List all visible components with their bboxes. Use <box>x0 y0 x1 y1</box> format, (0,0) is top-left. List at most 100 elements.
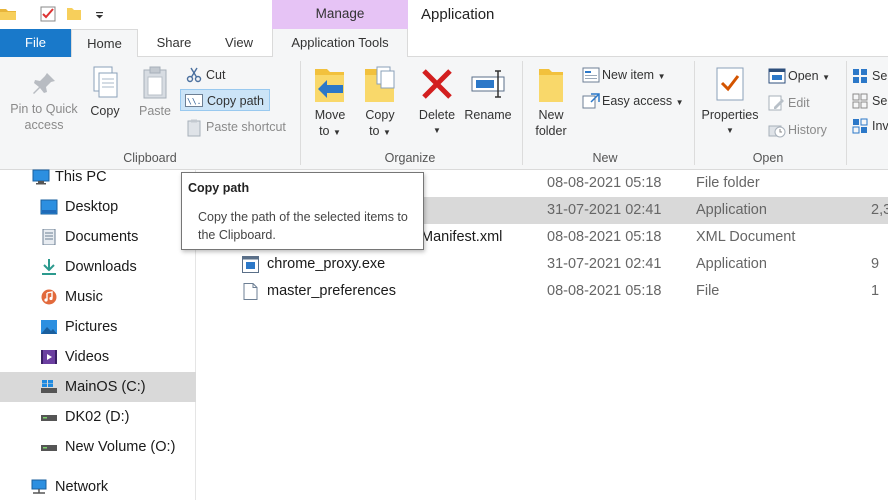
select-none-button[interactable]: Se <box>850 90 887 112</box>
file-name: Manifest.xml <box>421 229 503 245</box>
application-icon <box>242 256 259 273</box>
nav-item-this-pc[interactable]: This PC <box>0 162 196 192</box>
invert-selection-button[interactable]: Inv <box>850 115 888 137</box>
nav-label: This PC <box>55 169 107 185</box>
copy-label: Copy <box>90 104 120 118</box>
tab-view[interactable]: View <box>208 29 270 57</box>
select-none-icon <box>852 93 868 109</box>
group-separator <box>522 61 523 165</box>
nav-label: Pictures <box>65 319 118 335</box>
easy-access-button[interactable]: Easy access ▼ <box>580 90 684 112</box>
properties-button[interactable]: Properties ▼ <box>698 65 762 139</box>
file-date: 08-08-2021 05:18 <box>547 229 662 245</box>
paste-shortcut-icon <box>187 119 201 137</box>
nav-label: Downloads <box>65 259 137 275</box>
new-folder-button[interactable]: New folder <box>528 65 574 139</box>
select-all-icon <box>853 69 867 83</box>
rename-button[interactable]: Rename <box>462 65 514 123</box>
nav-label: Network <box>55 479 109 495</box>
group-separator <box>694 61 695 165</box>
ribbon-tab-row: File Home Share View Application Tools <box>0 29 888 58</box>
copy-path-icon: \\... <box>185 94 203 107</box>
file-date: 08-08-2021 05:18 <box>547 175 662 191</box>
paste-label: Paste <box>139 104 171 118</box>
nav-item-new-volume[interactable]: New Volume (O:) <box>0 432 196 462</box>
paste-button[interactable]: Paste <box>134 65 176 119</box>
nav-label: DK02 (D:) <box>65 409 130 425</box>
properties-check-icon[interactable] <box>40 6 56 22</box>
file-name: chrome_proxy.exe <box>267 256 386 272</box>
pin-to-quick-access-button[interactable]: Pin to Quick access <box>6 69 82 133</box>
tab-application-tools[interactable]: Application Tools <box>272 29 408 57</box>
select-all-button[interactable]: Se <box>850 65 887 87</box>
file-date: 31-07-2021 02:41 <box>547 202 662 218</box>
easy-access-chevron-down-icon: ▼ <box>675 98 684 107</box>
drive-icon <box>41 445 57 451</box>
file-type: XML Document <box>696 229 796 245</box>
pin-label-1: Pin to Quick <box>10 102 78 116</box>
invert-selection-icon <box>852 118 868 134</box>
nav-item-mainos[interactable]: MainOS (C:) <box>0 372 196 402</box>
nav-label: MainOS (C:) <box>65 379 146 395</box>
tab-share[interactable]: Share <box>140 29 208 57</box>
nav-item-network[interactable]: Network <box>0 472 196 500</box>
ribbon: Pin to Quick access Copy Paste Cut \\...… <box>0 57 888 170</box>
customize-dropdown-icon[interactable] <box>92 6 108 22</box>
pictures-icon <box>41 320 57 334</box>
edit-button[interactable]: Edit <box>766 92 810 114</box>
copy-to-icon <box>365 66 395 102</box>
move-to-label-2: to ▼ <box>308 123 352 141</box>
nav-label: Documents <box>65 229 139 245</box>
folder-icon[interactable] <box>0 6 16 22</box>
open-button[interactable]: Open ▼ <box>766 65 830 87</box>
drive-icon <box>41 415 57 421</box>
open-chevron-down-icon: ▼ <box>822 73 830 82</box>
delete-button[interactable]: Delete ▼ <box>414 65 460 139</box>
tooltip-description: Copy the path of the selected items to t… <box>198 210 408 242</box>
open-icon <box>768 68 786 84</box>
file-name: master_preferences <box>267 283 396 299</box>
move-to-button[interactable]: Move to ▼ <box>308 65 352 141</box>
tab-home[interactable]: Home <box>71 29 138 58</box>
nav-label: New Volume (O:) <box>65 439 176 455</box>
history-button[interactable]: History <box>766 119 827 141</box>
copy-path-button[interactable]: \\... Copy path <box>180 89 270 111</box>
network-icon <box>31 479 47 494</box>
file-date: 08-08-2021 05:18 <box>547 283 662 299</box>
cut-button[interactable]: Cut <box>184 64 225 86</box>
nav-item-videos[interactable]: Videos <box>0 342 196 372</box>
tab-file[interactable]: File <box>0 29 71 57</box>
new-item-chevron-down-icon: ▼ <box>657 72 666 81</box>
table-row[interactable]: master_preferences 08-08-2021 05:18 File… <box>200 278 888 305</box>
title-bar: Manage Application <box>0 0 888 30</box>
nav-item-documents[interactable]: Documents <box>0 222 196 252</box>
paste-shortcut-button[interactable]: Paste shortcut <box>184 116 286 138</box>
new-item-button[interactable]: New item ▼ <box>580 64 666 86</box>
manage-contextual-tab[interactable]: Manage <box>272 0 408 29</box>
edit-icon <box>768 95 784 111</box>
paste-icon <box>143 66 167 99</box>
nav-item-downloads[interactable]: Downloads <box>0 252 196 282</box>
file-type: Application <box>696 202 767 218</box>
copy-button[interactable]: Copy <box>84 65 126 119</box>
table-row[interactable]: chrome_proxy.exe 31-07-2021 02:41 Applic… <box>200 251 888 278</box>
copy-to-label-1: Copy <box>365 108 395 122</box>
nav-label: Music <box>65 289 103 305</box>
scissors-icon <box>186 67 202 83</box>
copy-to-label-2-text: to <box>369 124 380 138</box>
nav-item-dk02[interactable]: DK02 (D:) <box>0 402 196 432</box>
navigation-pane: This PC Desktop Documents Downloads Musi… <box>0 169 196 500</box>
rename-icon <box>471 70 505 98</box>
new-folder-label-1: New <box>538 108 564 122</box>
nav-label: Videos <box>65 349 110 365</box>
nav-item-desktop[interactable]: Desktop <box>0 192 196 222</box>
nav-item-pictures[interactable]: Pictures <box>0 312 196 342</box>
copy-icon <box>93 66 118 98</box>
new-folder-icon <box>539 69 563 102</box>
rename-label: Rename <box>464 108 512 122</box>
new-folder-icon[interactable] <box>66 6 82 22</box>
copy-to-button[interactable]: Copy to ▼ <box>358 65 402 141</box>
nav-item-music[interactable]: Music <box>0 282 196 312</box>
file-size: 1 <box>871 283 880 299</box>
move-to-icon <box>315 69 344 102</box>
